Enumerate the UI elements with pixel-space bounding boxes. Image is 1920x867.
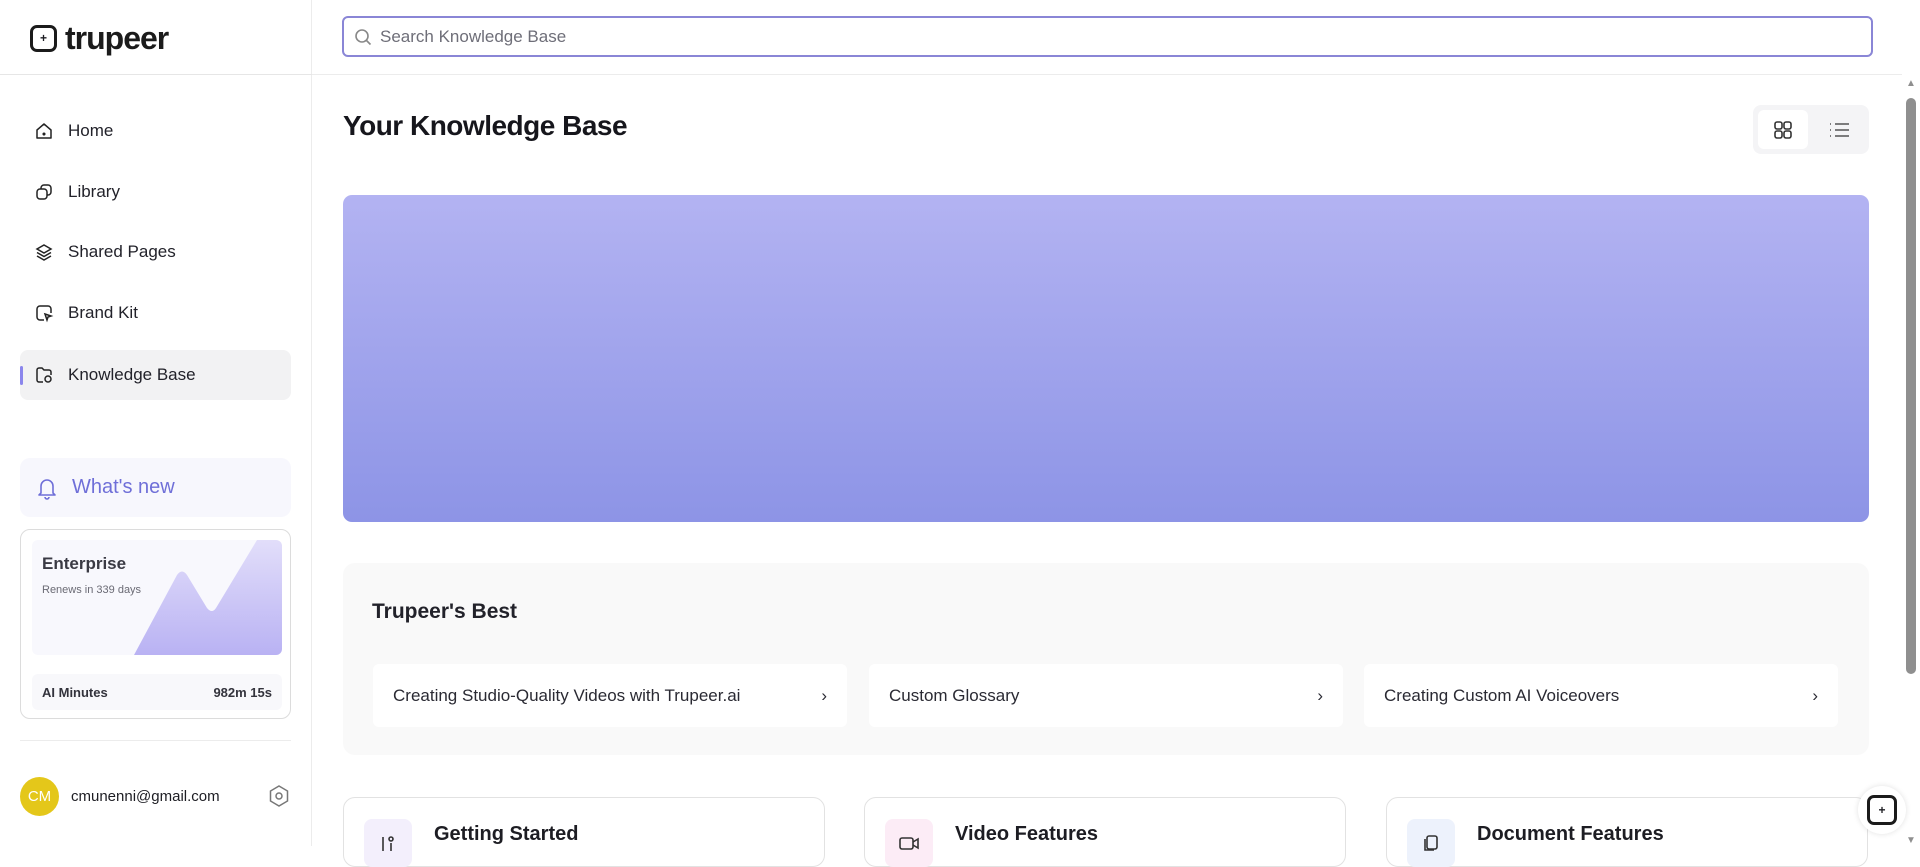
plan-graphic: Enterprise Renews in 339 days (32, 540, 282, 655)
settings-icon[interactable] (267, 784, 291, 808)
grid-view-button[interactable] (1758, 110, 1808, 149)
chevron-right-icon: › (1812, 685, 1818, 705)
list-icon (1830, 122, 1849, 137)
category-title: Getting Started (434, 823, 579, 845)
library-icon (36, 184, 52, 200)
ai-minutes-row: AI Minutes 982m 15s (32, 674, 282, 710)
category-card-getting-started[interactable]: Getting Started (343, 797, 825, 867)
document-icon (1407, 819, 1455, 867)
category-card-document-features[interactable]: Document Features (1386, 797, 1868, 867)
scrollbar-thumb[interactable] (1906, 98, 1916, 674)
logo[interactable]: + trupeer (30, 19, 169, 56)
layers-icon (35, 244, 53, 261)
avatar: CM (20, 776, 59, 816)
category-title: Document Features (1477, 823, 1664, 845)
brand-name: trupeer (65, 19, 169, 56)
whats-new-button[interactable]: What's new (20, 458, 291, 517)
video-icon (885, 819, 933, 867)
sidebar-item-knowledge-base[interactable]: Knowledge Base (20, 350, 291, 400)
divider (20, 740, 291, 741)
grid-icon (1774, 120, 1792, 139)
sidebar-item-library[interactable]: Library (20, 167, 291, 217)
trupeer-logo-icon: + (1867, 795, 1897, 825)
sidebar: + trupeer Home Library Shared Pages Bran… (0, 0, 312, 846)
folder-icon (36, 367, 52, 383)
scroll-up-arrow[interactable]: ▲ (1906, 78, 1916, 89)
search-icon (355, 28, 372, 45)
chevron-right-icon: › (821, 685, 827, 705)
sidebar-item-home[interactable]: Home (20, 106, 291, 156)
sidebar-item-shared-pages[interactable]: Shared Pages (20, 227, 291, 277)
sidebar-item-label: Shared Pages (68, 242, 176, 261)
section-title: Trupeer's Best (372, 600, 518, 623)
logo-icon: + (30, 24, 57, 52)
category-title: Video Features (955, 823, 1099, 845)
brand-kit-icon (36, 305, 54, 323)
article-title: Creating Custom AI Voiceovers (1384, 685, 1620, 705)
article-title: Creating Studio-Quality Videos with Trup… (393, 685, 741, 705)
category-card-video-features[interactable]: Video Features (864, 797, 1346, 867)
knowledge-base-banner (343, 195, 1869, 522)
search-bar[interactable] (342, 16, 1873, 57)
trupeers-best-section: Trupeer's Best Creating Studio-Quality V… (343, 563, 1869, 755)
divider (312, 74, 1920, 75)
scroll-down-arrow[interactable]: ▼ (1906, 835, 1916, 846)
sidebar-item-label: Brand Kit (68, 303, 138, 322)
sidebar-item-label: Home (68, 121, 114, 140)
plan-name: Enterprise (42, 554, 127, 573)
plan-renewal: Renews in 339 days (42, 584, 142, 596)
user-email: cmunenni@gmail.com (71, 787, 220, 805)
page-title: Your Knowledge Base (343, 110, 628, 141)
trupeer-assistant-button[interactable]: + (1858, 786, 1906, 834)
best-article-card[interactable]: Creating Custom AI Voiceovers › (1364, 664, 1838, 727)
search-input[interactable] (380, 26, 1871, 47)
plan-card: Enterprise Renews in 339 days AI Minutes… (20, 529, 291, 719)
ai-minutes-label: AI Minutes (42, 684, 108, 700)
scrollbar[interactable]: ▲ ▼ (1902, 74, 1920, 846)
sidebar-item-brand-kit[interactable]: Brand Kit (20, 288, 291, 338)
home-icon (36, 123, 52, 139)
ai-minutes-value: 982m 15s (213, 684, 272, 700)
divider (0, 74, 312, 75)
bell-icon (38, 478, 56, 500)
view-toggle (1753, 105, 1869, 154)
sidebar-item-label: Library (68, 182, 120, 201)
article-title: Custom Glossary (889, 685, 1020, 705)
best-article-card[interactable]: Creating Studio-Quality Videos with Trup… (373, 664, 847, 727)
list-view-button[interactable] (1814, 110, 1864, 149)
best-article-card[interactable]: Custom Glossary › (869, 664, 1343, 727)
whats-new-label: What's new (72, 476, 175, 498)
sidebar-item-label: Knowledge Base (68, 365, 196, 384)
user-profile[interactable]: CM cmunenni@gmail.com (20, 776, 291, 816)
chevron-right-icon: › (1317, 685, 1323, 705)
getting-started-icon (364, 819, 412, 867)
